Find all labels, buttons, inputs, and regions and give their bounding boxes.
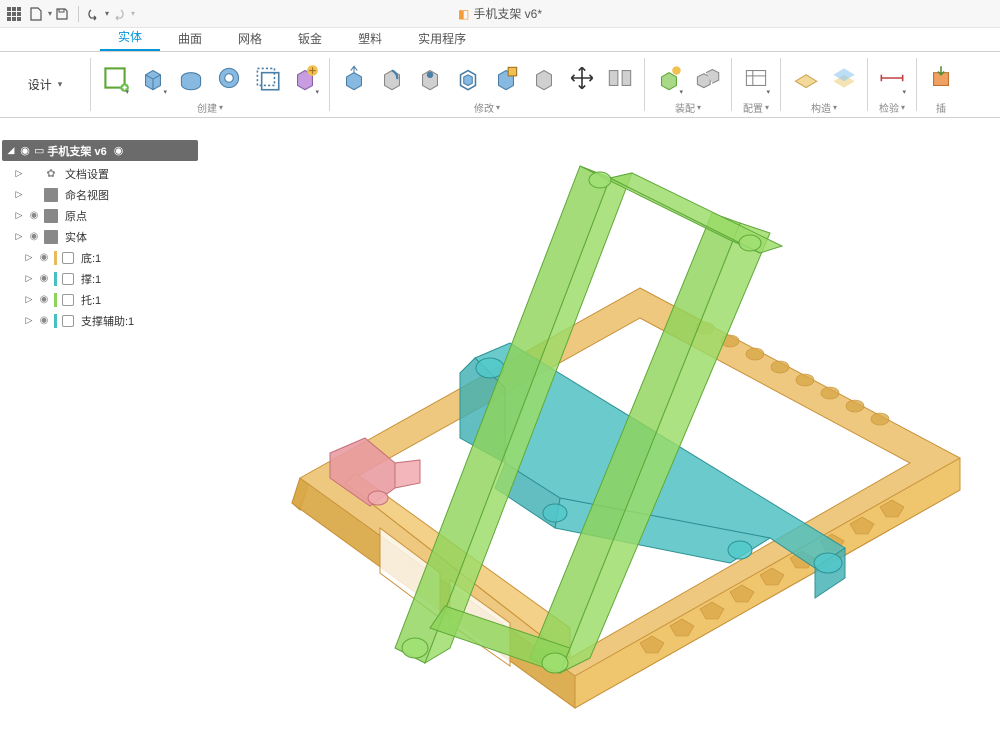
browser-root[interactable]: ◢ ◉ ▭ 手机支架 v6 ◉: [2, 140, 198, 161]
redo-icon[interactable]: [109, 4, 129, 24]
browser-item[interactable]: ▷◉ 支撑辅助:1: [0, 310, 200, 331]
browser-item[interactable]: ▷◉ 撑:1: [0, 268, 200, 289]
gear-icon: ✿: [44, 167, 58, 180]
group-modify-label: 修改 ▾: [474, 100, 500, 115]
rib-icon[interactable]: [251, 62, 283, 94]
group-inspect-label: 检验 ▾: [879, 100, 905, 115]
extrude-icon[interactable]: ▾: [137, 62, 169, 94]
browser-item[interactable]: ▷◉ 原点: [0, 205, 200, 226]
group-assemble-label: 装配 ▾: [675, 100, 701, 115]
browser-item-label: 文档设置: [65, 166, 109, 182]
move-icon[interactable]: [566, 62, 598, 94]
group-insert-label: 插: [936, 100, 946, 115]
document-title: ◧ 手机支架 v6*: [458, 5, 542, 22]
browser-item[interactable]: ▷◉ 实体: [0, 226, 200, 247]
new-file-icon[interactable]: [26, 4, 46, 24]
eye-icon[interactable]: ◉: [27, 210, 41, 221]
browser-item[interactable]: ▷◉ 底:1: [0, 247, 200, 268]
presspull-icon[interactable]: [338, 62, 370, 94]
browser-item-label: 底:1: [81, 250, 101, 266]
eye-icon[interactable]: ◉: [27, 231, 41, 242]
expand-icon[interactable]: ▷: [14, 231, 24, 242]
browser-tree: ◢ ◉ ▭ 手机支架 v6 ◉ ▷✿文档设置▷命名视图▷◉原点▷◉实体▷◉底:1…: [0, 140, 200, 331]
emboss-icon[interactable]: ▾: [289, 62, 321, 94]
browser-item-label: 原点: [65, 208, 87, 224]
color-swatch: [54, 251, 57, 265]
sketch-icon[interactable]: ▾: [99, 62, 131, 94]
insert-icon[interactable]: [925, 62, 957, 94]
browser-item-label: 实体: [65, 229, 87, 245]
chamfer-icon[interactable]: [414, 62, 446, 94]
browser-item-label: 支撑辅助:1: [81, 313, 134, 329]
expand-icon[interactable]: ▷: [24, 273, 34, 284]
tab-plastic[interactable]: 塑料: [340, 26, 400, 51]
expand-icon[interactable]: ▷: [14, 210, 24, 221]
browser-root-label: 手机支架 v6: [47, 143, 106, 159]
component-icon: ▭: [34, 144, 44, 157]
folder-icon: [44, 230, 58, 244]
design-workspace-button[interactable]: 设计▾: [0, 52, 90, 117]
eye-icon[interactable]: ◉: [37, 273, 51, 284]
save-icon[interactable]: [52, 4, 72, 24]
body-icon: [62, 294, 74, 306]
shell-icon[interactable]: [452, 62, 484, 94]
axis-icon[interactable]: [827, 62, 859, 94]
expand-icon[interactable]: ▷: [24, 294, 34, 305]
configure-icon[interactable]: ▾: [740, 62, 772, 94]
browser-item-label: 托:1: [81, 292, 101, 308]
eye-icon[interactable]: ◉: [37, 315, 51, 326]
workspace-tabs: 实体 曲面 网格 钣金 塑料 实用程序: [0, 28, 1000, 52]
group-create-label: 创建 ▾: [197, 100, 223, 115]
color-swatch: [54, 293, 57, 307]
plane-icon[interactable]: [789, 62, 821, 94]
expand-icon[interactable]: ▷: [14, 168, 24, 179]
browser-item-label: 命名视图: [65, 187, 109, 203]
collapse-icon[interactable]: ◢: [6, 145, 16, 156]
measure-icon[interactable]: ▾: [876, 62, 908, 94]
folder-icon: [44, 188, 58, 202]
browser-item[interactable]: ▷ ✿ 文档设置: [0, 163, 200, 184]
color-swatch: [54, 314, 57, 328]
sweep-icon[interactable]: [213, 62, 245, 94]
body-icon: [62, 273, 74, 285]
doc-title-text: 手机支架 v6*: [473, 5, 542, 22]
tab-surface[interactable]: 曲面: [160, 26, 220, 51]
app-menu-icon[interactable]: [4, 4, 24, 24]
tab-solid[interactable]: 实体: [100, 24, 160, 51]
tab-sheetmetal[interactable]: 钣金: [280, 26, 340, 51]
ribbon-toolbar: 设计▾ ▾ ▾ ▾ 创建 ▾ 修改 ▾ ▾: [0, 52, 1000, 118]
group-configure-label: 配置 ▾: [743, 100, 769, 115]
color-swatch: [54, 272, 57, 286]
eye-icon[interactable]: ◉: [37, 252, 51, 263]
radio-icon[interactable]: ◉: [19, 144, 31, 157]
body-icon: [62, 315, 74, 327]
cube-icon: ◧: [458, 7, 469, 21]
group-construct-label: 构造 ▾: [811, 100, 837, 115]
combine-icon[interactable]: [528, 62, 560, 94]
browser-item[interactable]: ▷ 命名视图: [0, 184, 200, 205]
revolve-icon[interactable]: [175, 62, 207, 94]
as-built-joint-icon[interactable]: [691, 62, 723, 94]
eye-icon[interactable]: ◉: [37, 294, 51, 305]
align-icon[interactable]: [604, 62, 636, 94]
tab-mesh[interactable]: 网格: [220, 26, 280, 51]
tab-utilities[interactable]: 实用程序: [400, 26, 484, 51]
folder-icon: [44, 209, 58, 223]
browser-item[interactable]: ▷◉ 托:1: [0, 289, 200, 310]
expand-icon[interactable]: ▷: [14, 189, 24, 200]
body-icon: [62, 252, 74, 264]
expand-icon[interactable]: ▷: [24, 315, 34, 326]
expand-icon[interactable]: ▷: [24, 252, 34, 263]
undo-icon[interactable]: [83, 4, 103, 24]
fillet-icon[interactable]: [376, 62, 408, 94]
draft-icon[interactable]: [490, 62, 522, 94]
browser-item-label: 撑:1: [81, 271, 101, 287]
joint-icon[interactable]: ▾: [653, 62, 685, 94]
visibility-icon[interactable]: ◉: [114, 144, 124, 157]
